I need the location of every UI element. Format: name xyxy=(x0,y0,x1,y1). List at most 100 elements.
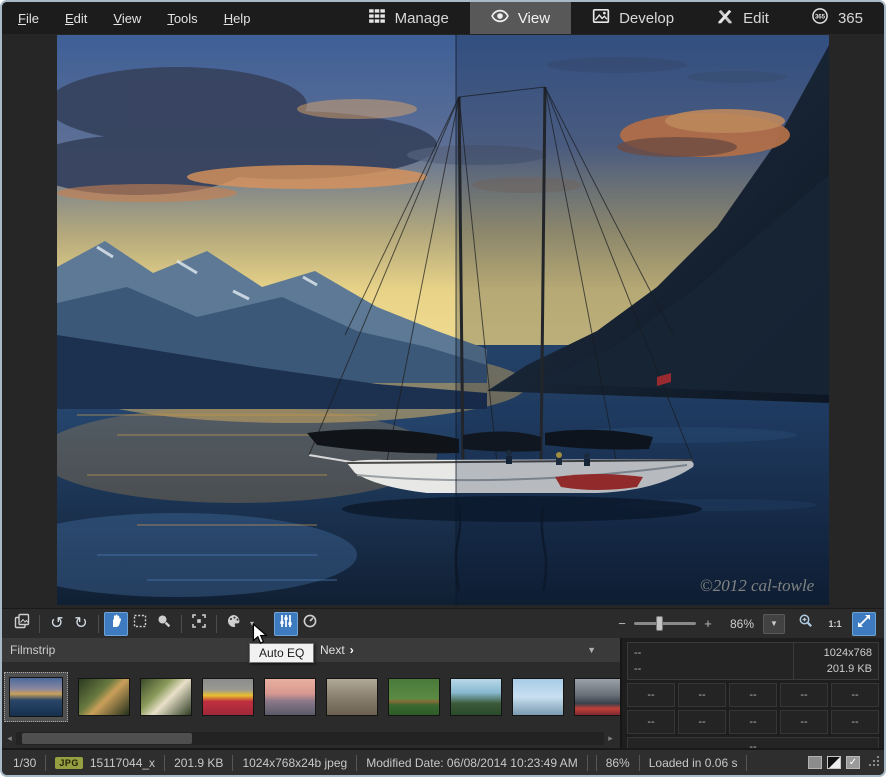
copy-to-clipboard-button[interactable] xyxy=(10,612,34,636)
color-adjust-button[interactable] xyxy=(222,612,246,636)
selected-thumbnail-frame[interactable] xyxy=(4,672,68,722)
zoom-dropdown-button[interactable]: ▼ xyxy=(763,614,785,634)
undo-button[interactable]: ↺ xyxy=(45,612,69,636)
format-badge: JPG xyxy=(55,757,83,769)
panel-toggle-solid-icon[interactable] xyxy=(808,756,822,769)
hand-tool-button[interactable] xyxy=(104,612,128,636)
undo-icon: ↺ xyxy=(50,616,63,632)
badge-365-icon: 365 xyxy=(811,7,829,29)
info-file-size: 201.9 KB xyxy=(800,661,872,677)
fit-to-window-button[interactable] xyxy=(852,612,876,636)
fit-window-icon xyxy=(856,613,872,634)
menu-file[interactable]: File xyxy=(18,11,39,26)
status-empty xyxy=(588,755,597,771)
triangle-down-icon: ▼ xyxy=(770,619,778,628)
palette-dropdown-caret[interactable]: ▾ xyxy=(246,619,258,628)
info-grid-row: -- -- -- -- -- xyxy=(627,710,879,734)
status-modified: Modified Date: 06/08/2014 10:23:49 AM xyxy=(357,755,587,771)
status-file: JPG 15117044_x xyxy=(46,755,165,771)
resize-grip[interactable] xyxy=(869,756,880,770)
next-label: Next xyxy=(320,643,345,657)
tab-develop[interactable]: Develop xyxy=(571,2,695,34)
filmstrip-thumbnail-10[interactable] xyxy=(574,678,620,716)
scroll-left-icon[interactable]: ◂ xyxy=(5,733,14,744)
info-cell: -- xyxy=(678,683,726,707)
info-cell: -- xyxy=(780,710,828,734)
menubar: File Edit View Tools Help Manage View xyxy=(2,2,884,34)
status-toggles: ✓ xyxy=(808,756,884,770)
info-cell: -- xyxy=(627,710,675,734)
scrollbar-track[interactable] xyxy=(16,732,604,745)
status-image-info: 1024x768x24b jpeg xyxy=(233,755,357,771)
grid-icon xyxy=(368,7,386,29)
photo-icon xyxy=(592,7,610,29)
copy-icon xyxy=(14,613,30,634)
tab-label: View xyxy=(518,10,550,27)
info-cell: -- xyxy=(831,683,879,707)
redo-icon: ↻ xyxy=(74,616,87,632)
auto-eq-tooltip: Auto EQ xyxy=(249,643,314,663)
loupe-icon xyxy=(156,613,172,634)
info-cell: -- xyxy=(678,710,726,734)
mode-tabs: Manage View Develop Edit xyxy=(347,2,884,34)
info-cell: -- xyxy=(729,710,777,734)
filmstrip-title: Filmstrip xyxy=(10,643,55,657)
filmstrip-scrollbar[interactable]: ◂ ▸ xyxy=(5,730,615,746)
zoom-in-button[interactable]: + xyxy=(701,616,715,631)
info-cell: -- xyxy=(627,683,675,707)
zoom-in-icon xyxy=(798,613,814,634)
filmstrip-thumbnail-9[interactable] xyxy=(512,678,564,716)
panel-toggle-check-icon[interactable]: ✓ xyxy=(846,756,860,769)
filmstrip-thumbnail-8[interactable] xyxy=(450,678,502,716)
menu-tools[interactable]: Tools xyxy=(167,11,197,26)
auto-eq-icon xyxy=(278,613,294,634)
quick-fix-icon xyxy=(302,613,318,634)
tab-manage[interactable]: Manage xyxy=(347,2,470,34)
tab-365[interactable]: 365 365 xyxy=(790,2,884,34)
actual-size-button[interactable]: 1:1 xyxy=(823,612,847,636)
zoom-slider[interactable] xyxy=(634,622,696,625)
viewer-toolbar: ↺ ↻ ▾ − + 86% ▼ xyxy=(2,608,884,638)
photo-canvas[interactable]: ©2012 cal-towle xyxy=(57,35,829,605)
scroll-right-icon[interactable]: ▸ xyxy=(606,733,615,744)
tab-edit[interactable]: Edit xyxy=(695,2,790,34)
status-zoom: 86% xyxy=(597,755,640,771)
redo-button[interactable]: ↻ xyxy=(69,612,93,636)
zoom-tool-button[interactable] xyxy=(794,612,818,636)
sailboat-photo: ©2012 cal-towle xyxy=(57,35,829,605)
next-button[interactable]: Next › xyxy=(320,643,354,657)
auto-eq-button[interactable] xyxy=(274,612,298,636)
filmstrip-thumbnail-5[interactable] xyxy=(264,678,316,716)
filmstrip-thumbnail-2[interactable] xyxy=(78,678,130,716)
filmstrip-thumbnail-3[interactable] xyxy=(140,678,192,716)
menu-view[interactable]: View xyxy=(113,11,141,26)
menu-group: File Edit View Tools Help xyxy=(2,2,250,34)
svg-text:365: 365 xyxy=(815,14,826,20)
menu-help[interactable]: Help xyxy=(224,11,251,26)
loupe-tool-button[interactable] xyxy=(152,612,176,636)
fullscreen-button[interactable] xyxy=(187,612,211,636)
eye-icon xyxy=(491,7,509,29)
filmstrip-thumbnail-1[interactable] xyxy=(9,677,63,717)
marquee-tool-button[interactable] xyxy=(128,612,152,636)
status-filename: 15117044_x xyxy=(90,756,155,770)
check-icon: ✓ xyxy=(849,758,857,768)
filmstrip-thumbnail-7[interactable] xyxy=(388,678,440,716)
status-load-time: Loaded in 0.06 s xyxy=(640,755,748,771)
tab-view[interactable]: View xyxy=(470,2,571,34)
info-field: -- xyxy=(634,645,787,661)
scrollbar-thumb[interactable] xyxy=(22,733,192,744)
separator xyxy=(216,615,217,633)
filmstrip-thumbnail-4[interactable] xyxy=(202,678,254,716)
filmstrip-menu-button[interactable]: ▼ xyxy=(587,645,596,655)
statusbar: 1/30 JPG 15117044_x 201.9 KB 1024x768x24… xyxy=(2,748,884,775)
info-field: -- xyxy=(634,661,787,677)
quick-fix-button[interactable] xyxy=(298,612,322,636)
tab-label: Edit xyxy=(743,10,769,27)
zoom-slider-thumb[interactable] xyxy=(656,616,663,631)
filmstrip-thumbnail-6[interactable] xyxy=(326,678,378,716)
zoom-out-button[interactable]: − xyxy=(615,616,629,631)
info-summary: -- -- 1024x768 201.9 KB xyxy=(627,642,879,680)
panel-toggle-split-icon[interactable] xyxy=(827,756,841,769)
menu-edit[interactable]: Edit xyxy=(65,11,87,26)
